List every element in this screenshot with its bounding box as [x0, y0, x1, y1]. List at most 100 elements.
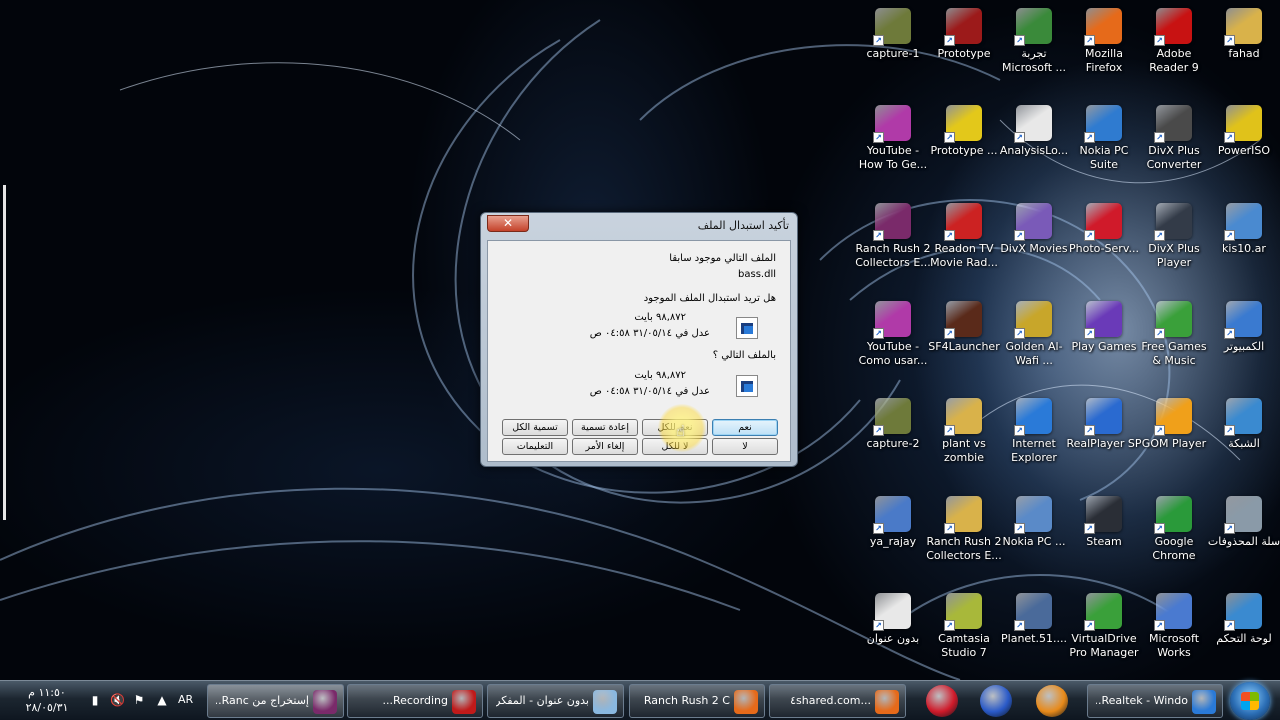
shortcut-arrow-icon: ↗ [1084, 35, 1095, 46]
desktop-icon[interactable]: ↗ Nokia PC Suite [1066, 101, 1142, 172]
no-button[interactable]: لا [712, 438, 778, 455]
desktop-icon[interactable]: ↗ Ranch Rush 2 Collectors E... [855, 199, 931, 270]
desktop-icon-label: Ranch Rush 2 Collectors E... [926, 535, 1002, 562]
desktop-icon-label: capture-2 [866, 437, 920, 450]
desktop-icon[interactable]: ↗ Readon TV Movie Rad... [926, 199, 1002, 270]
desktop-icon[interactable]: ↗ Adobe Reader 9 [1136, 4, 1212, 75]
desktop-icon[interactable]: ↗ PowerISO [1206, 101, 1280, 158]
desktop-icon[interactable]: ↗ Free Games & Music [1136, 297, 1212, 368]
desktop-icon[interactable]: ↗ RealPlayer SP [1066, 394, 1142, 451]
desktop-icon-label: Prototype [937, 47, 991, 60]
user-icon[interactable] [980, 685, 1012, 717]
desktop-icon[interactable]: ↗ DivX Movies [996, 199, 1072, 256]
desktop-icon[interactable]: ↗ DivX Plus Converter [1136, 101, 1212, 172]
media-player-icon[interactable] [1036, 685, 1068, 717]
language-indicator[interactable]: AR [178, 693, 193, 706]
desktop-icon-label: DivX Plus Converter [1146, 144, 1202, 171]
taskbar-button[interactable]: Realtek - Windo... [1087, 684, 1223, 718]
text-file-icon: ↗ [1014, 105, 1052, 143]
pin-icon[interactable] [926, 685, 958, 717]
left-edge-bar [3, 185, 6, 520]
network-icon: ↗ [1224, 398, 1262, 436]
gift-icon: ↗ [1154, 301, 1192, 339]
shortcut-arrow-icon: ↗ [1154, 620, 1165, 631]
clock[interactable]: ١١:٥٠ م ٢٨/٠٥/٣١ [22, 685, 72, 715]
show-hidden-icons[interactable]: ▲ [155, 693, 169, 707]
rename-all-button[interactable]: تسمية الكل [502, 419, 568, 436]
desktop-icon-label: سلة المحذوفات [1207, 535, 1280, 548]
video-file-icon: ↗ [873, 398, 911, 436]
desktop-icon[interactable]: ↗ Photo-Serv... [1066, 199, 1142, 256]
readon-tv-icon: ↗ [944, 203, 982, 241]
virtualdrive-icon: ↗ [1084, 593, 1122, 631]
desktop-icon[interactable]: ↗ plant vs zombie [926, 394, 1002, 465]
desktop-icon[interactable]: ↗ DivX Plus Player [1136, 199, 1212, 270]
desktop-icon[interactable]: ↗ Ranch Rush 2 Collectors E... [926, 492, 1002, 563]
taskbar-button[interactable]: بدون عنوان - المفكرة [487, 684, 624, 718]
shortcut-arrow-icon: ↗ [873, 523, 884, 534]
desktop-icon[interactable]: ↗ kis10.ar [1206, 199, 1280, 256]
desktop-icon[interactable]: ↗ سلة المحذوفات [1206, 492, 1280, 549]
cancel-button[interactable]: إلغاء الأمر [572, 438, 638, 455]
rename-button[interactable]: إعادة تسمية [572, 419, 638, 436]
desktop-icon-label: VirtualDrive Pro Manager [1069, 632, 1139, 659]
desktop-icon-label: Steam [1086, 535, 1122, 548]
help-button[interactable]: التعليمات [502, 438, 568, 455]
network-tray-icon[interactable]: ▮ [88, 693, 102, 707]
desktop-icon-label: YouTube - How To Ge... [858, 144, 928, 171]
desktop-icon[interactable]: ↗ fahad [1206, 4, 1280, 61]
desktop-icon-label: plant vs zombie [942, 437, 986, 464]
taskbar-button[interactable]: ...٤shared.com [769, 684, 906, 718]
desktop-icon[interactable]: ↗ Steam [1066, 492, 1142, 549]
desktop-icon[interactable]: ↗ AnalysisLo... [996, 101, 1072, 158]
desktop-icon[interactable]: ↗ Play Games [1066, 297, 1142, 354]
divx-player-icon: ↗ [1154, 203, 1192, 241]
desktop-icon[interactable]: ↗ تجربة Microsoft ... [996, 4, 1072, 75]
close-button[interactable]: ✕ [487, 215, 529, 232]
volume-muted-icon[interactable]: 🔇 [110, 693, 125, 707]
desktop-icon[interactable]: ↗ بدون عنوان [855, 589, 931, 646]
action-center-icon[interactable]: ⚑ [132, 693, 146, 707]
desktop-icon[interactable]: ↗ لوحة التحكم [1206, 589, 1280, 646]
start-button[interactable] [1230, 682, 1270, 720]
desktop-icon[interactable]: ↗ Golden Al-Wafi ... [996, 297, 1072, 368]
desktop-icon[interactable]: ↗ Prototype ... [926, 101, 1002, 158]
shortcut-arrow-icon: ↗ [1084, 620, 1095, 631]
taskbar-button[interactable]: Recording... [347, 684, 483, 718]
desktop-icon[interactable]: ↗ Microsoft Works [1136, 589, 1212, 660]
desktop-icon-label: RealPlayer SP [1066, 437, 1142, 450]
desktop-icon-label: Readon TV Movie Rad... [930, 242, 998, 269]
dialog-title: تأكيد استبدال الملف [697, 219, 789, 232]
taskbar-button[interactable]: Ranch Rush 2 C [629, 684, 765, 718]
desktop-icon[interactable]: ↗ VirtualDrive Pro Manager [1066, 589, 1142, 660]
adobe-reader-icon: ↗ [1154, 8, 1192, 46]
clock-date: ٢٨/٠٥/٣١ [25, 701, 69, 714]
desktop-icon-label: Nokia PC Suite [1079, 144, 1129, 171]
desktop-icon[interactable]: ↗ GOM Player [1136, 394, 1212, 451]
desktop-icon-label: GOM Player [1141, 437, 1207, 450]
desktop-icon[interactable]: ↗ الكمبيوتر [1206, 297, 1280, 354]
desktop-icon[interactable]: ↗ ya_rajay [855, 492, 931, 549]
desktop-icon[interactable]: ↗ Mozilla Firefox [1066, 4, 1142, 75]
desktop-icon[interactable]: ↗ capture-2 [855, 394, 931, 451]
shortcut-arrow-icon: ↗ [873, 620, 884, 631]
desktop-icon[interactable]: ↗ Planet.51.... [996, 589, 1072, 646]
desktop-icon[interactable]: ↗ Internet Explorer [996, 394, 1072, 465]
desktop-icon[interactable]: ↗ الشبكة [1206, 394, 1280, 451]
desktop-icon[interactable]: ↗ Google Chrome [1136, 492, 1212, 563]
desktop-icon-label: Golden Al-Wafi ... [1005, 340, 1063, 367]
desktop-icon[interactable]: ↗ Nokia PC ... [996, 492, 1072, 549]
desktop-icon[interactable]: ↗ YouTube - How To Ge... [855, 101, 931, 172]
desktop-icon[interactable]: ↗ Prototype [926, 4, 1002, 61]
folder-icon: ↗ [944, 398, 982, 436]
shortcut-arrow-icon: ↗ [944, 132, 955, 143]
yes-button[interactable]: نعم [712, 419, 778, 436]
desktop-icon[interactable]: ↗ capture-1 [855, 4, 931, 61]
desktop-icon[interactable]: ↗ YouTube - Como usar... [855, 297, 931, 368]
taskbar-button[interactable]: إستخراج من Ranc... [207, 684, 344, 718]
winrar-icon [313, 690, 337, 714]
desktop-icon-label: الكمبيوتر [1223, 340, 1265, 353]
desktop-icon[interactable]: ↗ SF4Launcher [926, 297, 1002, 354]
desktop-icon[interactable]: ↗ Camtasia Studio 7 [926, 589, 1002, 660]
desktop-icon-label: Mozilla Firefox [1085, 47, 1123, 74]
